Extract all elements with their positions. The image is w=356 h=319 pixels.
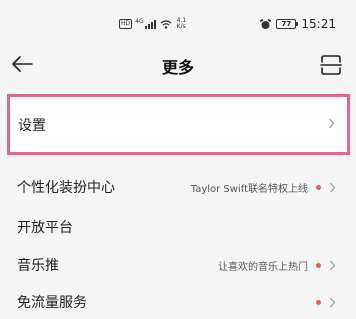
settings-label: 设置 [18, 118, 46, 134]
chevron-right-icon [330, 182, 336, 192]
list-item-right: Taylor Swift联名特权上线 [191, 180, 336, 195]
hd-badge: HD [119, 19, 133, 29]
battery-level: 77 [281, 20, 292, 28]
scan-icon[interactable] [320, 54, 342, 76]
battery-icon: 77 [276, 19, 299, 29]
settings-row[interactable]: 设置 [7, 94, 350, 155]
list-item-right: 让喜欢的音乐上热门 [218, 258, 336, 273]
notification-dot [316, 299, 321, 305]
list-item-hint: 让喜欢的音乐上热门 [218, 261, 308, 273]
list-item-label: 音乐推 [17, 258, 59, 274]
list-item-right [316, 297, 336, 308]
chevron-right-icon [330, 260, 336, 270]
status-bar: HD 4G 4.1 K/s 77 15:21 [0, 0, 356, 40]
header: 更多 [0, 40, 356, 90]
list-item-label: 免流量服务 [17, 295, 87, 311]
wifi-icon [160, 19, 171, 29]
network-type-label: 4G [135, 17, 144, 25]
list-item-free-data-service[interactable]: 免流量服务 [0, 285, 356, 319]
alarm-icon [260, 18, 272, 29]
list-item-label: 个性化装扮中心 [17, 180, 115, 196]
signal-icon [144, 19, 156, 29]
chevron-right-icon [329, 118, 335, 129]
network-speed: 4.1 K/s [177, 18, 187, 30]
status-bar-right: 77 15:21 [260, 17, 336, 31]
status-bar-left: HD 4G 4.1 K/s [119, 18, 186, 30]
network-speed-unit: K/s [176, 23, 186, 30]
notification-dot [316, 184, 321, 190]
list-item-music-promote[interactable]: 音乐推 让喜欢的音乐上热门 [0, 248, 356, 282]
chevron-right-icon [330, 297, 336, 307]
notification-dot [316, 262, 321, 268]
list-item-open-platform[interactable]: 开放平台 [0, 210, 356, 244]
list-item-hint: Taylor Swift联名特权上线 [190, 183, 308, 195]
list-item-personalization[interactable]: 个性化装扮中心 Taylor Swift联名特权上线 [0, 170, 356, 204]
list-item-label: 开放平台 [17, 220, 73, 236]
clock-time: 15:21 [301, 17, 336, 31]
page-title: 更多 [161, 58, 194, 77]
